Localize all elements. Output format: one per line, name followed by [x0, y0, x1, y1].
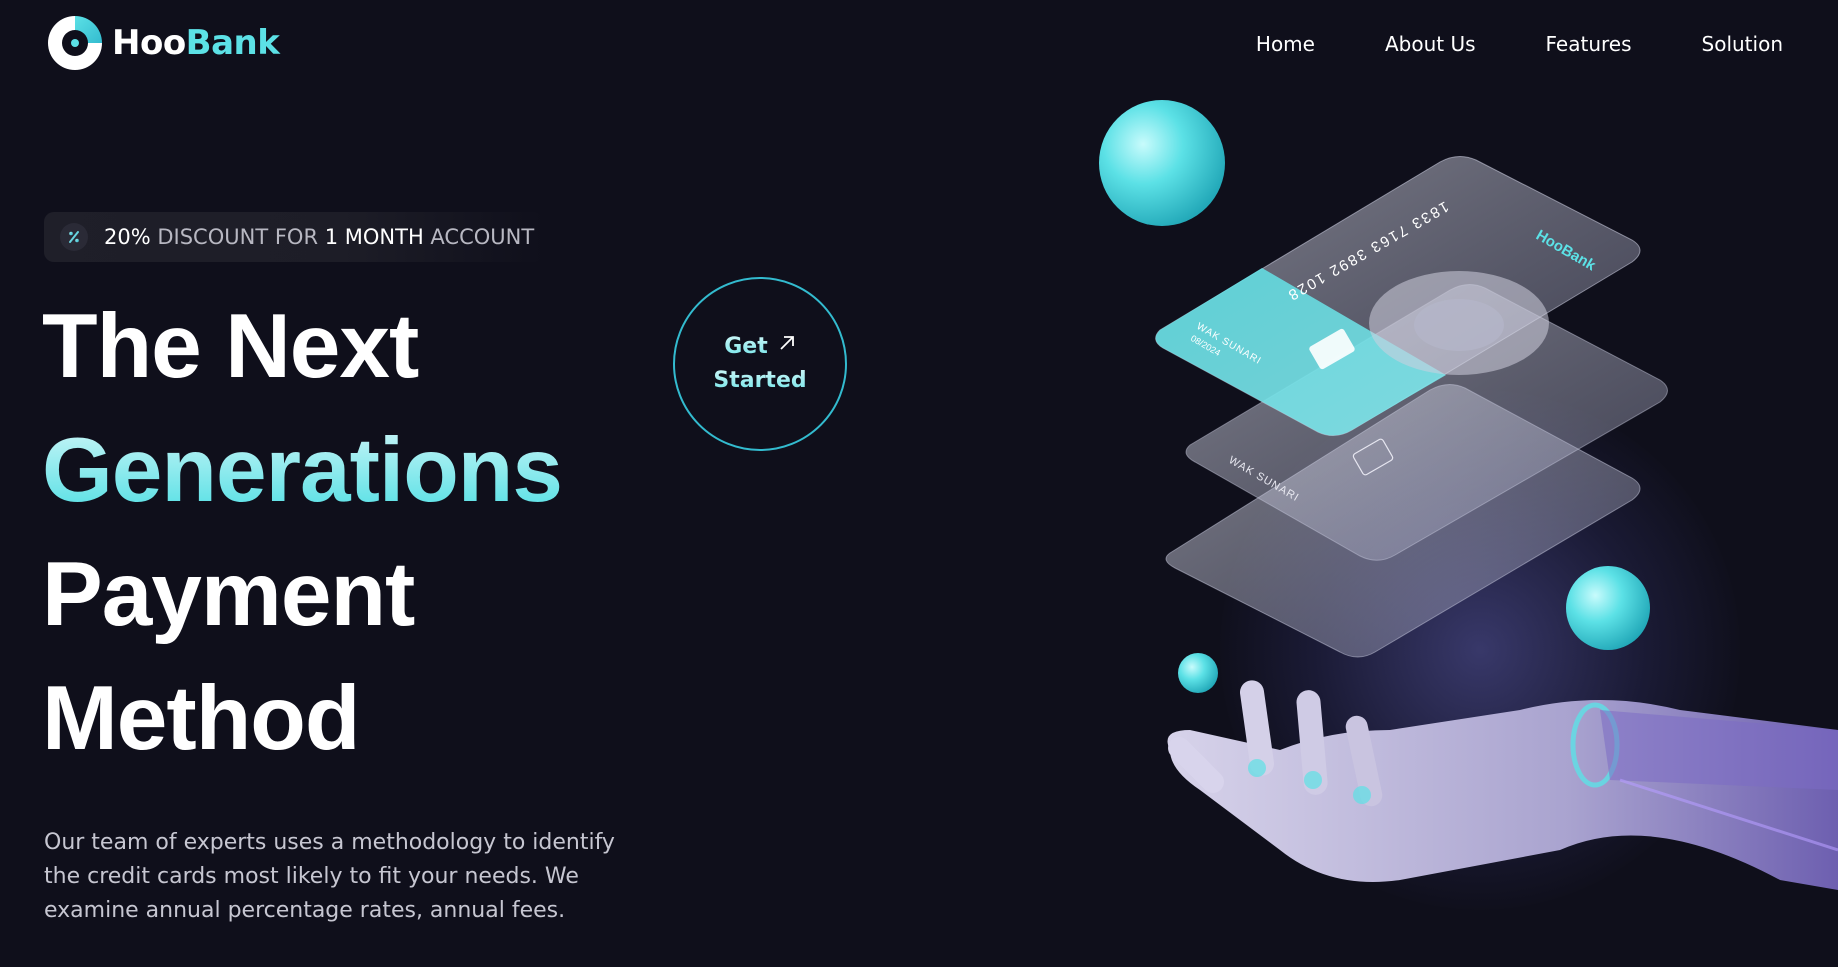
get-started-label-2: Started	[713, 364, 806, 398]
nav-about-us[interactable]: About Us	[1385, 32, 1476, 56]
discount-value: 20%	[104, 225, 151, 249]
navbar: HooBank Home About Us Features Solution	[0, 0, 1838, 95]
brand-name-part1: Hoo	[112, 23, 186, 63]
sphere-top	[1099, 100, 1225, 226]
nav-solution[interactable]: Solution	[1702, 32, 1783, 56]
headline-line-3: Payment	[42, 544, 415, 645]
hero-illustration: WAK SUNARI 1833 7163 3892 1028 HooBank W…	[1000, 90, 1838, 967]
percent-discount-icon	[60, 223, 88, 251]
get-started-button[interactable]: Get Started	[673, 277, 847, 451]
nav-links: Home About Us Features Solution	[1256, 32, 1783, 56]
discount-months: 1 MONTH	[324, 225, 424, 249]
logo-icon	[48, 16, 102, 70]
brand-logo[interactable]: HooBank	[44, 13, 280, 73]
hero-headline: The Next Generations Payment Method	[42, 285, 563, 781]
discount-label-2: ACCOUNT	[423, 225, 535, 249]
discount-badge: 20% DISCOUNT FOR 1 MONTH ACCOUNT	[44, 212, 544, 262]
sphere-small	[1178, 653, 1218, 693]
headline-line-2: Generations	[42, 409, 563, 533]
brand-name-part2: Bank	[185, 23, 280, 63]
nav-home[interactable]: Home	[1256, 32, 1315, 56]
get-started-label-1: Get	[724, 330, 768, 364]
sphere-right	[1566, 566, 1650, 650]
hero-description: Our team of experts uses a methodology t…	[44, 830, 615, 923]
discount-label-1: DISCOUNT FOR	[150, 225, 325, 249]
get-started-row: Get	[724, 330, 796, 364]
cards-and-robot-hand-illustration: WAK SUNARI 1833 7163 3892 1028 HooBank W…	[1099, 100, 1838, 890]
nav-features[interactable]: Features	[1546, 32, 1632, 56]
headline-line-4: Method	[42, 668, 360, 769]
discount-text: 20% DISCOUNT FOR 1 MONTH ACCOUNT	[104, 225, 534, 249]
robot-hand	[1167, 680, 1838, 890]
arrow-up-right-icon	[780, 336, 794, 350]
headline-line-1: The Next	[42, 296, 419, 397]
brand-name: HooBank	[112, 23, 280, 63]
